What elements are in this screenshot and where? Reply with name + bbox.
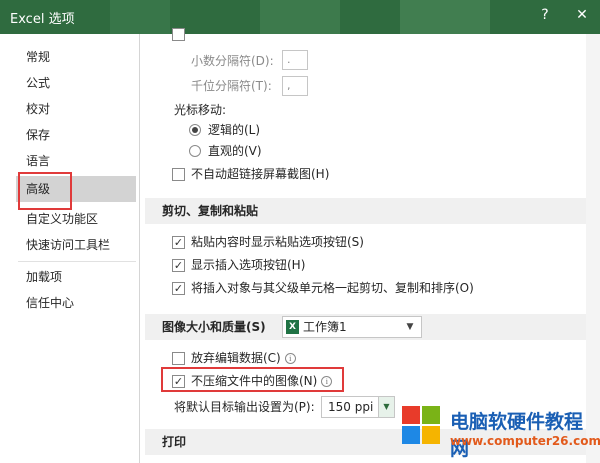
radio-logical[interactable] (189, 124, 201, 136)
site-watermark: 电脑软硬件教程网 www.computer26.com (398, 400, 600, 463)
nav-item-language[interactable]: 语言 (16, 148, 136, 174)
chevron-down-icon: ▼ (378, 397, 394, 417)
titlebar-background-blur (260, 0, 340, 34)
discard-edit-data-checkbox[interactable] (172, 352, 185, 365)
highlight-box-no-compress (161, 367, 344, 392)
workbook-select[interactable]: X 工作簿1 ▼ (282, 316, 422, 338)
radio-logical-label[interactable]: 逻辑的(L) (208, 120, 260, 140)
discard-edit-data-label: 放弃编辑数据(C) (191, 351, 281, 365)
nav-divider (18, 261, 136, 262)
nav-item-save[interactable]: 保存 (16, 122, 136, 148)
default-output-label: 将默认目标输出设置为(P): (174, 400, 315, 414)
decimal-separator-input[interactable]: . (282, 50, 308, 70)
default-ppi-select[interactable]: 150 ppi ▼ (321, 396, 395, 418)
nav-item-proofing[interactable]: 校对 (16, 96, 136, 122)
discard-edit-data-row[interactable]: 放弃编辑数据(C) i (191, 348, 296, 368)
image-size-quality-header: 图像大小和质量(S) (162, 320, 266, 334)
titlebar-background-blur (110, 0, 170, 34)
close-button[interactable]: ✕ (564, 0, 600, 34)
default-ppi-value: 150 ppi (328, 400, 374, 414)
no-auto-hyperlink-label[interactable]: 不自动超链接屏幕截图(H) (191, 164, 329, 184)
info-icon: i (284, 353, 296, 364)
settings-panel: 小数分隔符(D): . 千位分隔符(T): , 光标移动: 逻辑的(L) 直观的… (145, 28, 600, 463)
thousands-separator-label: 千位分隔符(T): (191, 79, 272, 93)
nav-item-trust-center[interactable]: 信任中心 (16, 290, 136, 316)
show-paste-options-label[interactable]: 粘贴内容时显示粘贴选项按钮(S) (191, 232, 364, 252)
nav-item-quick-access-toolbar[interactable]: 快速访问工具栏 (16, 232, 136, 258)
show-insert-options-label[interactable]: 显示插入选项按钮(H) (191, 255, 305, 275)
cut-copy-sort-objects-checkbox[interactable]: ✓ (172, 282, 185, 295)
window-title: Excel 选项 (10, 12, 75, 27)
options-nav: 常规 公式 校对 保存 语言 高级 自定义功能区 快速访问工具栏 加载项 信任中… (0, 34, 140, 463)
no-auto-hyperlink-checkbox[interactable] (172, 168, 185, 181)
chevron-down-icon: ▼ (406, 322, 414, 332)
workbook-select-value: 工作簿1 (303, 320, 347, 334)
radio-visual-label[interactable]: 直观的(V) (208, 141, 262, 161)
partial-checkbox[interactable] (172, 28, 185, 41)
vertical-scrollbar[interactable] (586, 34, 600, 463)
nav-item-formulas[interactable]: 公式 (16, 70, 136, 96)
show-paste-options-checkbox[interactable]: ✓ (172, 236, 185, 249)
cursor-movement-label: 光标移动: (174, 103, 227, 117)
windows-logo-icon (402, 406, 442, 446)
radio-visual[interactable] (189, 145, 201, 157)
section-cut-copy-paste: 剪切、复制和粘贴 (145, 198, 600, 224)
help-button[interactable]: ? (528, 0, 562, 34)
titlebar-background-blur (400, 0, 490, 34)
show-insert-options-checkbox[interactable]: ✓ (172, 259, 185, 272)
cut-copy-sort-objects-label[interactable]: 将插入对象与其父级单元格一起剪切、复制和排序(O) (191, 278, 474, 298)
thousands-separator-input[interactable]: , (282, 76, 308, 96)
highlight-box-advanced (18, 172, 72, 210)
decimal-separator-label: 小数分隔符(D): (191, 54, 274, 68)
nav-item-general[interactable]: 常规 (16, 44, 136, 70)
title-bar: Excel 选项 ? ✕ (0, 0, 600, 34)
excel-workbook-icon: X (286, 320, 299, 334)
nav-item-add-ins[interactable]: 加载项 (16, 264, 136, 290)
watermark-site-url: www.computer26.com (450, 434, 600, 448)
